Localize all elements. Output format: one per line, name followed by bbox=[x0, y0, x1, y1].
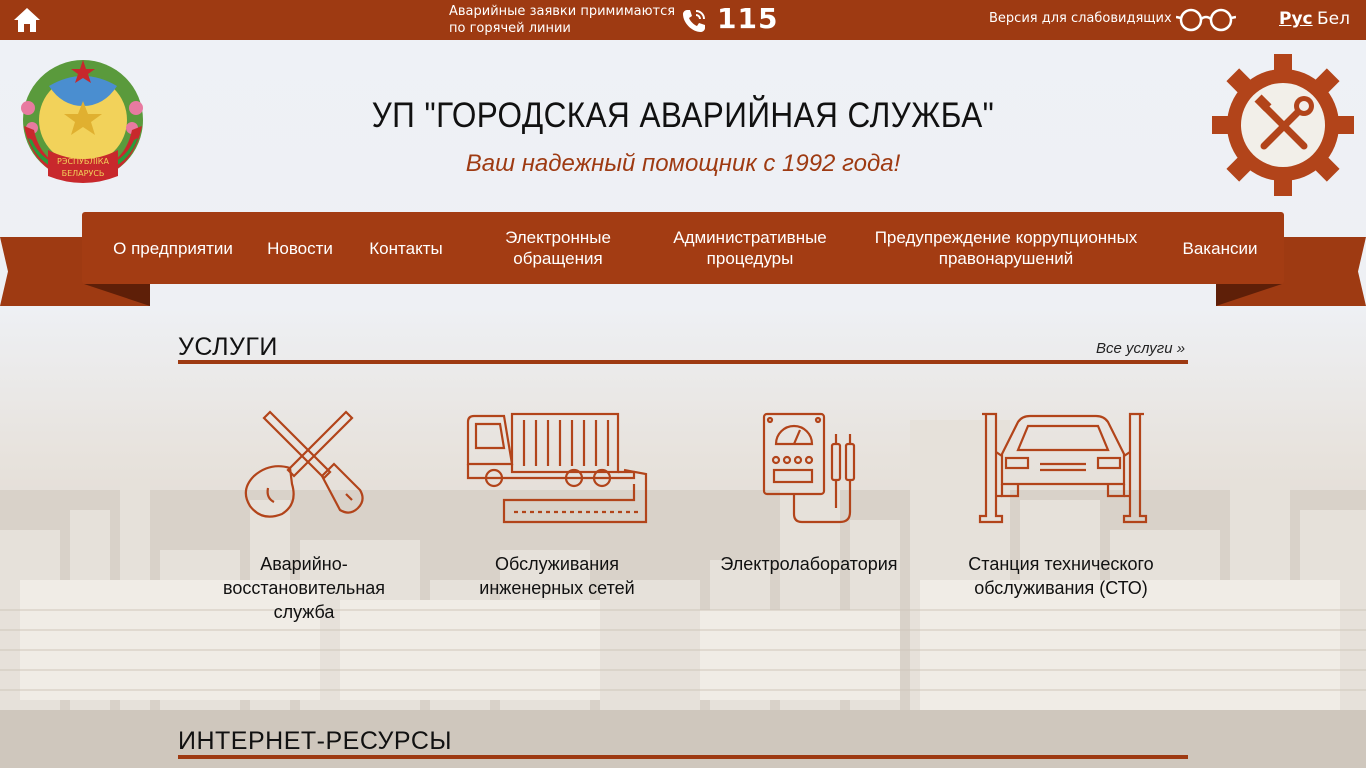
service-card-emergency[interactable] bbox=[234, 404, 374, 524]
top-bar: Аварийные заявки примимаются по горячей … bbox=[0, 0, 1366, 40]
hotline-line-1: Аварийные заявки примимаются bbox=[449, 4, 676, 19]
service-label-electrolab[interactable]: Электролаборатория bbox=[700, 552, 918, 576]
services-section-title: УСЛУГИ bbox=[178, 333, 278, 361]
service-card-electrolab[interactable] bbox=[760, 404, 860, 524]
site-title: УП "ГОРОДСКАЯ АВАРИЙНАЯ СЛУЖБА" bbox=[371, 96, 995, 135]
phone-icon bbox=[683, 10, 705, 32]
hotline-text: Аварийные заявки примимаются по горячей … bbox=[449, 3, 679, 37]
service-label-sto[interactable]: Станция технического обслуживания (СТО) bbox=[948, 552, 1174, 600]
gear-logo bbox=[1212, 54, 1354, 196]
service-label-emergency[interactable]: Аварийно- восстановительная служба bbox=[204, 552, 404, 624]
nav-item-e-appeals[interactable]: Электронные обращения bbox=[478, 212, 638, 284]
home-icon[interactable] bbox=[12, 5, 42, 35]
service-card-sto[interactable] bbox=[978, 404, 1148, 524]
nav-label: Контакты bbox=[369, 238, 443, 258]
electrolab-icon bbox=[762, 412, 856, 524]
service-label-line: Обслуживания bbox=[494, 554, 620, 574]
service-label-line: инженерных сетей bbox=[479, 578, 635, 598]
low-vision-link[interactable]: Версия для слабовидящих bbox=[989, 11, 1172, 26]
nav-label: О предприятии bbox=[113, 238, 233, 258]
service-card-engineering[interactable] bbox=[464, 404, 650, 524]
car-lift-icon bbox=[978, 412, 1148, 524]
service-label-line: восстановительная bbox=[222, 578, 386, 598]
site-slogan: Ваш надежный помощник с 1992 года! bbox=[465, 150, 901, 177]
service-label-line: обслуживания (СТО) bbox=[974, 578, 1148, 598]
hotline-number[interactable]: 115 bbox=[717, 2, 778, 35]
tools-icon bbox=[244, 410, 364, 518]
nav-label-line2: обращения bbox=[513, 249, 603, 268]
nav-item-contacts[interactable]: Контакты bbox=[356, 212, 456, 284]
service-label-line: Электролаборатория bbox=[720, 554, 898, 574]
main-nav: О предприятии Новости Контакты Электронн… bbox=[82, 212, 1284, 284]
nav-label-line1: Предупреждение коррупционных bbox=[874, 228, 1138, 247]
nav-label-line1: Электронные bbox=[505, 228, 611, 247]
hotline-line-2: по горячей линии bbox=[449, 21, 571, 36]
nav-label-line1: Административные bbox=[673, 228, 827, 247]
service-label-engineering[interactable]: Обслуживания инженерных сетей bbox=[456, 552, 658, 600]
service-label-line: Аварийно- bbox=[260, 554, 348, 574]
nav-item-vacancies[interactable]: Вакансии bbox=[1170, 212, 1270, 284]
nav-item-about[interactable]: О предприятии bbox=[94, 212, 252, 284]
nav-label: Новости bbox=[267, 238, 333, 258]
nav-label-line2: правонарушений bbox=[938, 249, 1074, 268]
service-label-line: Станция технического bbox=[968, 554, 1154, 574]
internet-section-title: ИНТЕРНЕТ-РЕСУРСЫ bbox=[178, 727, 453, 755]
lang-ru-link[interactable]: Рус bbox=[1279, 9, 1313, 29]
truck-icon bbox=[466, 412, 648, 524]
nav-label-line2: процедуры bbox=[706, 249, 794, 268]
lang-by-link[interactable]: Бел bbox=[1317, 9, 1350, 29]
all-services-link[interactable]: Все услуги » bbox=[1096, 340, 1185, 357]
glasses-icon[interactable] bbox=[1176, 8, 1236, 32]
nav-item-news[interactable]: Новости bbox=[254, 212, 346, 284]
nav-item-anticorruption[interactable]: Предупреждение коррупционных правонаруше… bbox=[862, 212, 1150, 284]
services-section-divider bbox=[178, 360, 1188, 364]
internet-section-divider bbox=[178, 755, 1188, 759]
nav-label: Вакансии bbox=[1182, 238, 1258, 258]
nav-item-admin-procedures[interactable]: Административные процедуры bbox=[660, 212, 840, 284]
service-label-line: служба bbox=[273, 602, 335, 622]
